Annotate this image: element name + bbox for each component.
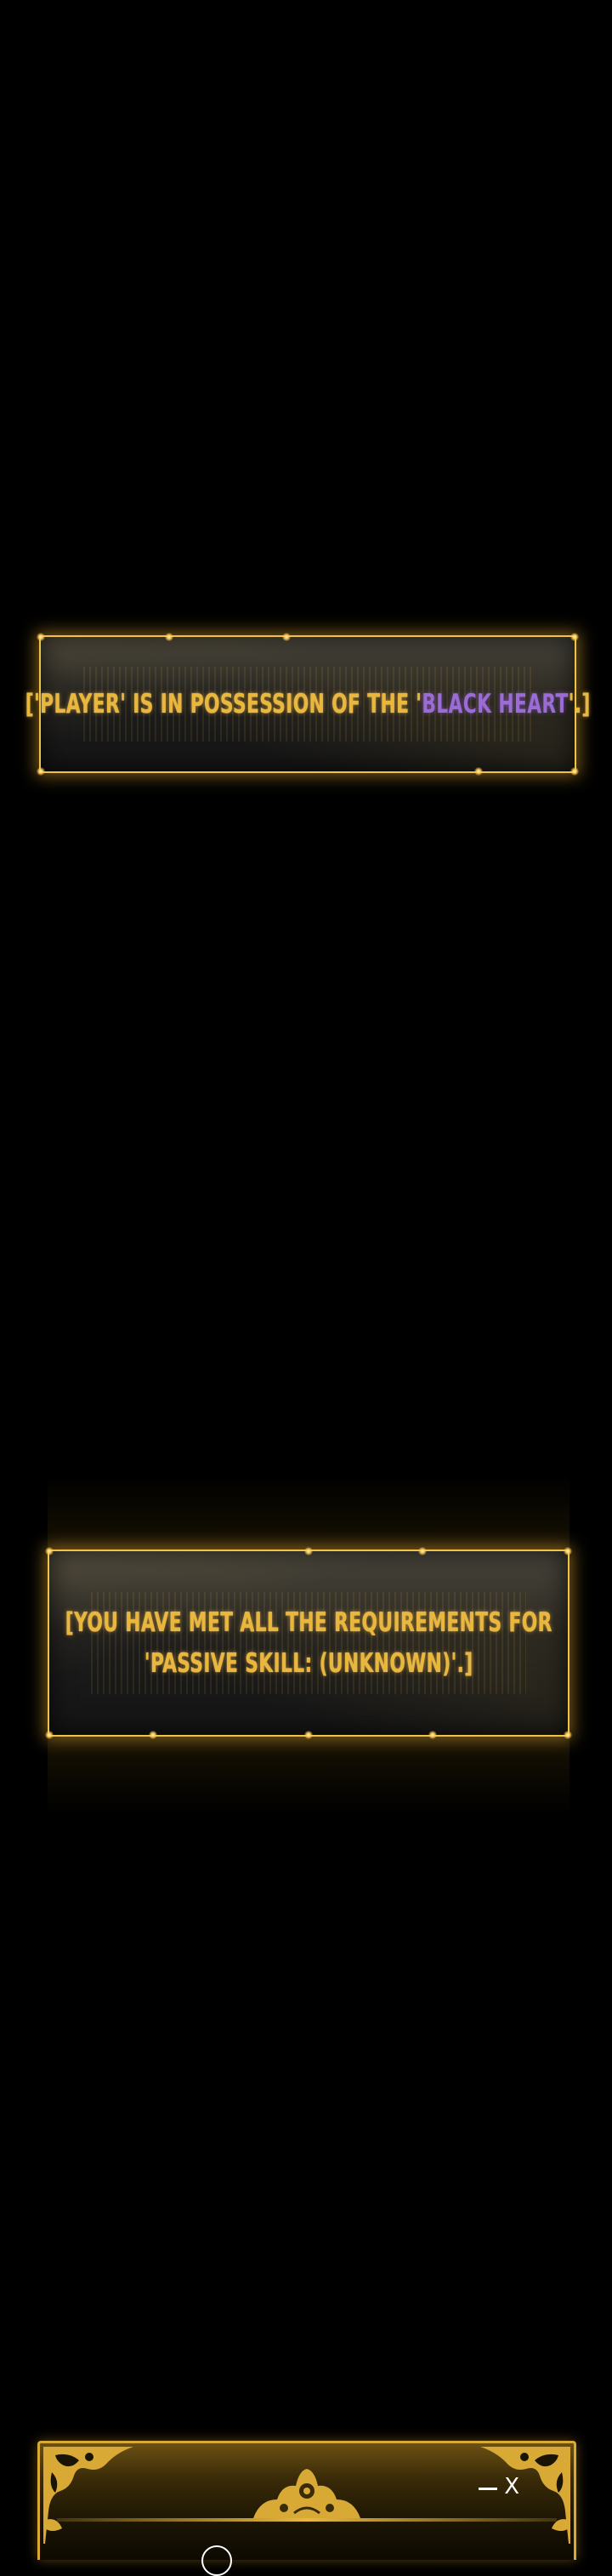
corner-glow-icon [37, 767, 45, 776]
crest-ornament-icon [253, 2469, 360, 2518]
sparkle-icon [164, 633, 173, 641]
requirements-message: [YOU HAVE MET ALL THE REQUIREMENTS FOR '… [65, 1602, 552, 1684]
sparkle-icon [281, 633, 291, 641]
sparkle-icon [304, 1731, 313, 1739]
requirements-line-1: [YOU HAVE MET ALL THE REQUIREMENTS FOR [65, 1607, 552, 1638]
requirements-line-2: 'PASSIVE SKILL: (UNKNOWN)'.] [144, 1648, 473, 1679]
corner-glow-icon [564, 1731, 572, 1739]
window-divider [57, 2518, 557, 2522]
system-message-requirements: [YOU HAVE MET ALL THE REQUIREMENTS FOR '… [45, 1547, 572, 1739]
black-heart-highlight: BLACK HEART [422, 689, 569, 719]
corner-glow-icon [37, 633, 45, 641]
corner-glow-icon [564, 1547, 572, 1555]
corner-glow-icon [45, 1731, 54, 1739]
possession-message-before: ['PLAYER' IS IN POSSESSION OF THE ' [25, 689, 422, 719]
filigree-ornament-icon [43, 2447, 133, 2544]
minimize-icon[interactable] [479, 2487, 498, 2490]
window-controls: X [479, 2474, 519, 2499]
sparkle-icon [149, 1731, 157, 1739]
possession-message-after: '.] [568, 689, 591, 719]
sparkle-icon [428, 1731, 438, 1739]
close-icon[interactable]: X [504, 2474, 519, 2499]
sparkle-icon [418, 1547, 428, 1555]
sparkle-icon [304, 1547, 313, 1555]
corner-glow-icon [570, 767, 579, 776]
system-message-possession: ['PLAYER' IS IN POSSESSION OF THE 'BLACK… [26, 633, 590, 776]
corner-glow-icon [570, 633, 579, 641]
sparkle-icon [473, 767, 483, 776]
possession-message: ['PLAYER' IS IN POSSESSION OF THE 'BLACK… [26, 687, 591, 721]
ornate-window: X [37, 2441, 576, 2576]
corner-glow-icon [45, 1547, 54, 1555]
circle-button[interactable] [201, 2545, 232, 2576]
